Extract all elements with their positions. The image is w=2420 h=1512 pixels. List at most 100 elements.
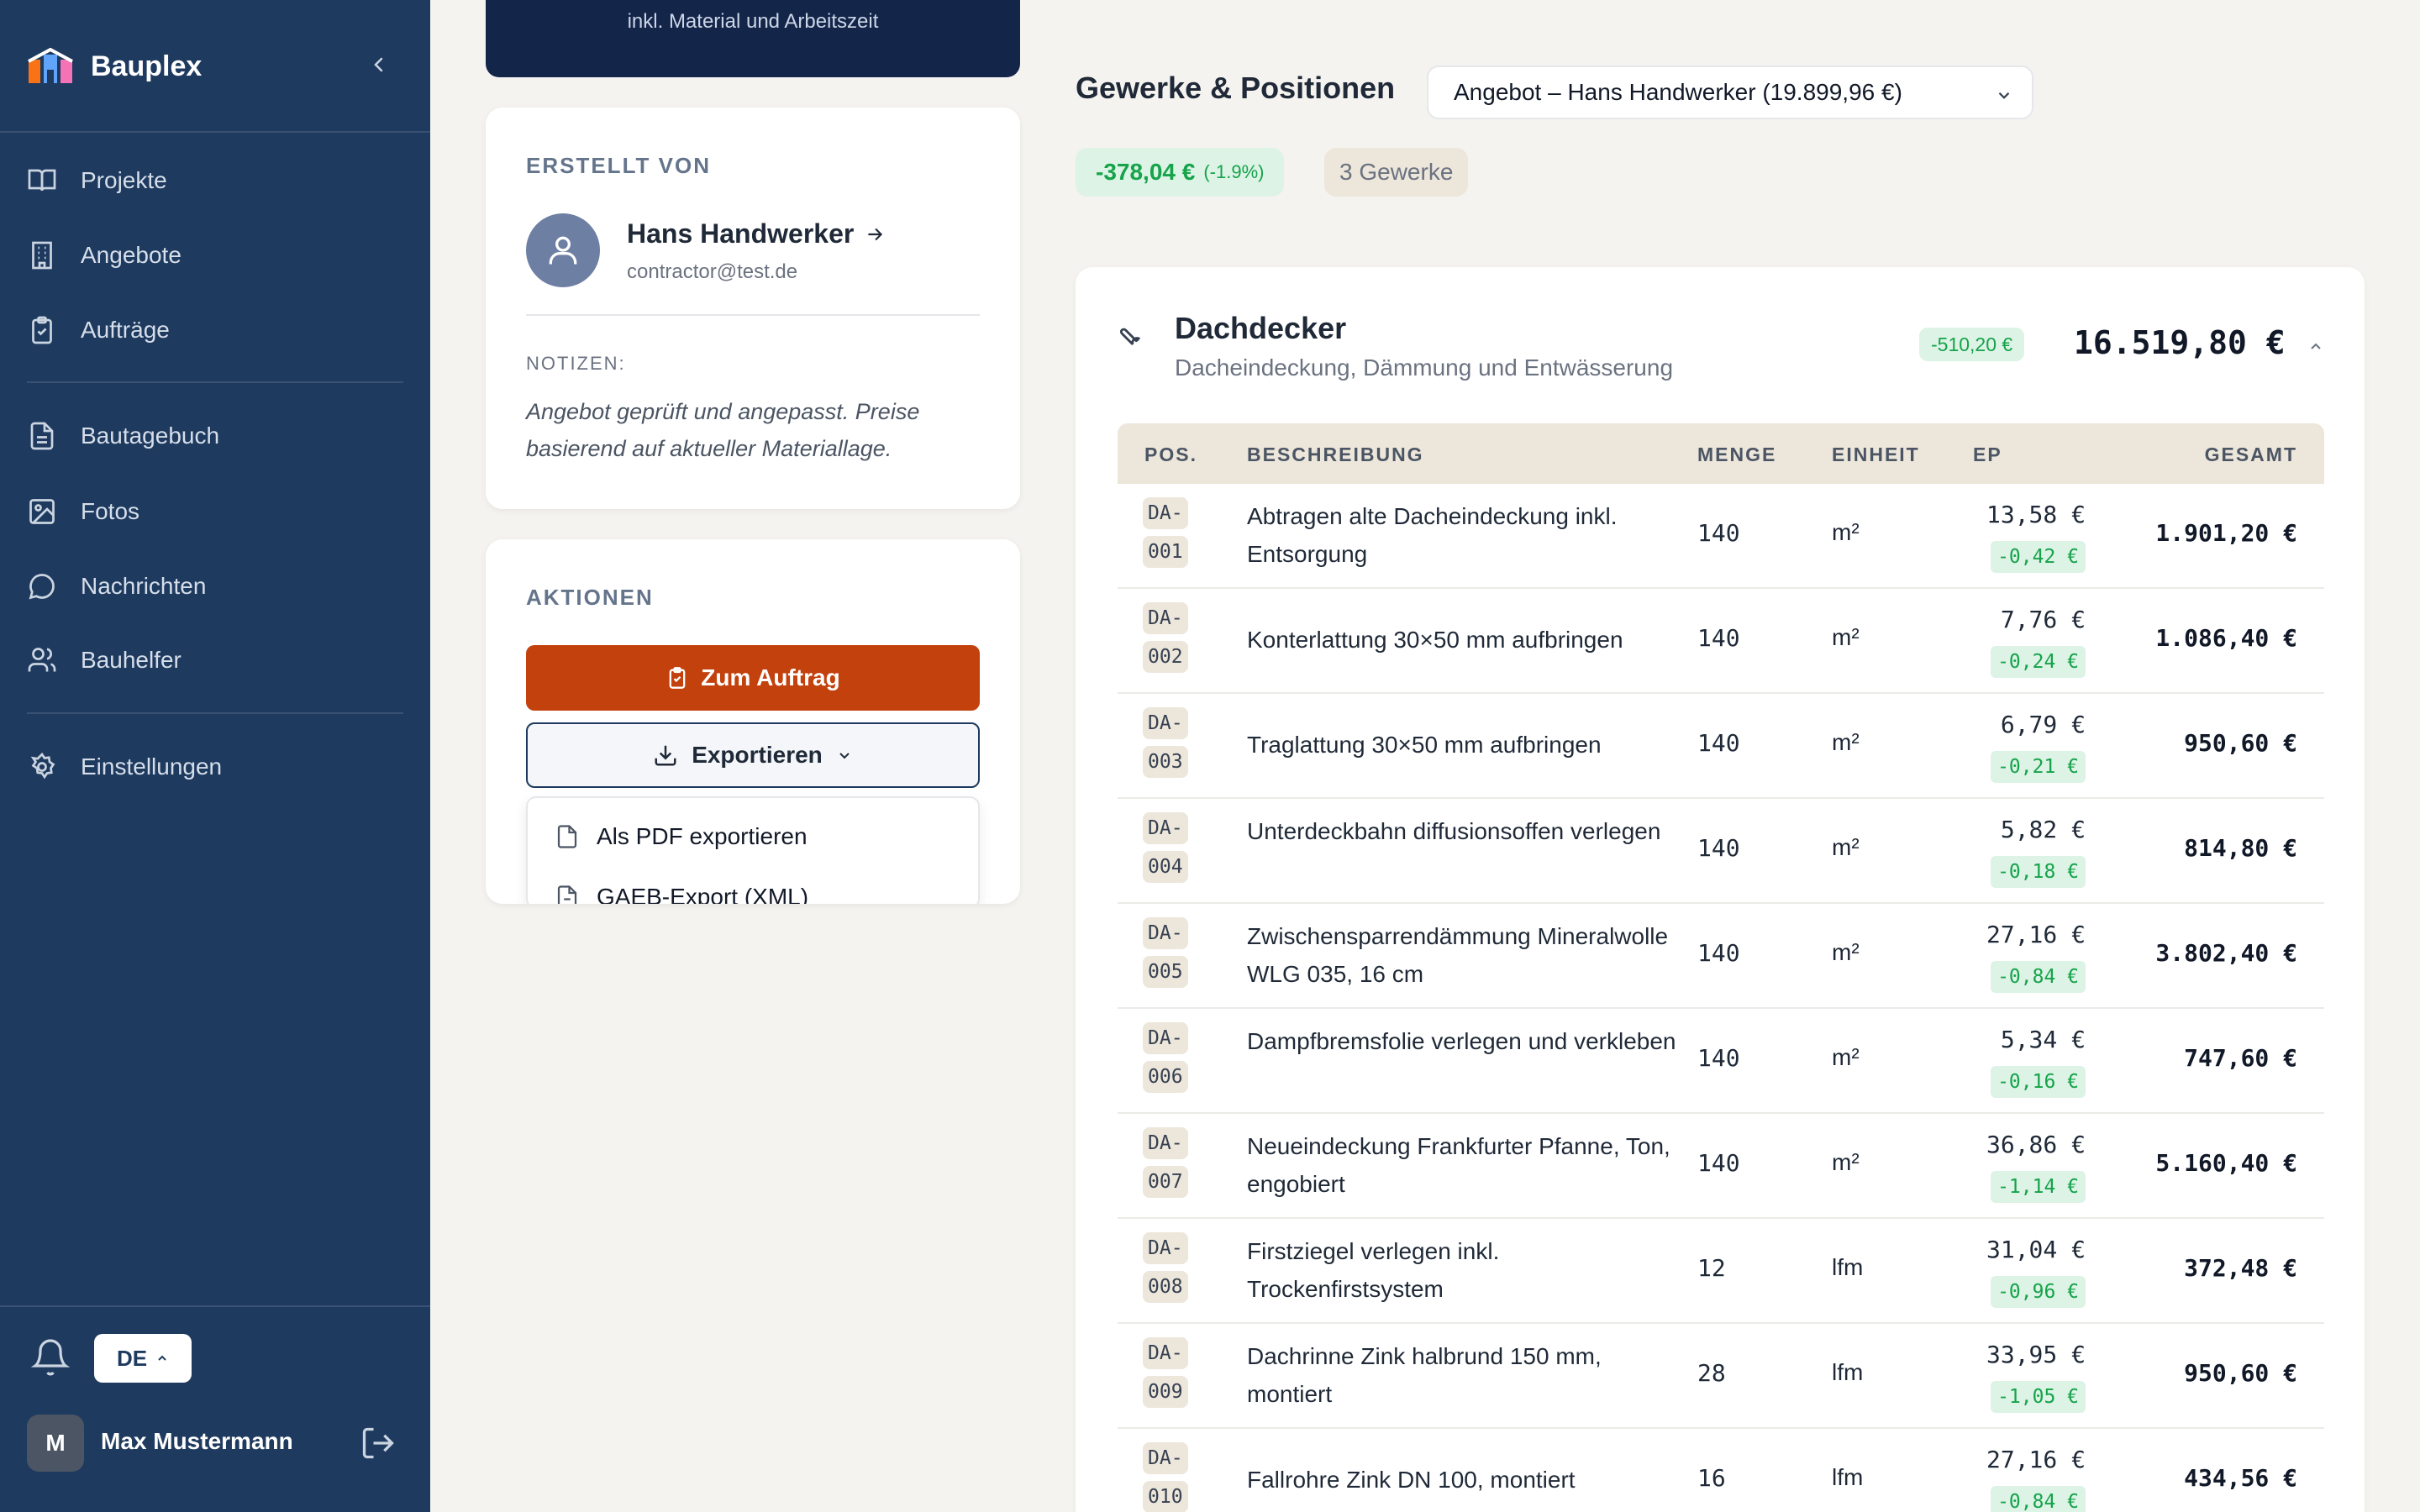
divider <box>0 1305 430 1307</box>
trades-count-badge: 3 Gewerke <box>1324 148 1469 197</box>
brand[interactable]: Bauplex <box>27 44 202 89</box>
row-quantity: 16 <box>1697 1464 1726 1492</box>
row-unit: m² <box>1832 624 1860 650</box>
export-gaeb-option[interactable]: GAEB-Export (XML) <box>555 880 808 904</box>
row-quantity: 140 <box>1697 1149 1740 1177</box>
position-code: DA- 002 <box>1143 599 1193 676</box>
collapse-sidebar-button[interactable] <box>361 47 397 82</box>
trade-description: Dacheindeckung, Dämmung und Entwässerung <box>1175 354 1674 381</box>
divider <box>0 131 430 133</box>
contractor-avatar <box>526 213 600 287</box>
row-unit: lfm <box>1832 1254 1864 1280</box>
row-description: Traglattung 30×50 mm aufbringen <box>1247 732 1602 758</box>
position-number: 002 <box>1143 641 1188 673</box>
nav-item-projekte[interactable]: Projekte <box>27 153 403 208</box>
row-unit-price: 27,16 € <box>1986 1446 2086 1473</box>
row-total: 950,60 € <box>2184 729 2297 757</box>
chevron-up-icon <box>158 1355 166 1361</box>
export-label: Exportieren <box>692 742 823 768</box>
nav-item-auftraege[interactable]: Aufträge <box>27 302 403 358</box>
row-unit: lfm <box>1832 1359 1864 1385</box>
actions-card: AKTIONEN Zum Auftrag Exportieren Als PDF… <box>486 539 1020 904</box>
table-row[interactable]: DA- 002 Konterlattung 30×50 mm aufbringe… <box>1118 589 2324 694</box>
row-unit: m² <box>1832 939 1860 965</box>
table-row[interactable]: DA- 001 Abtragen alte Dacheindeckung ink… <box>1118 484 2324 589</box>
table-row[interactable]: DA- 010 Fallrohre Zink DN 100, montiert … <box>1118 1429 2324 1512</box>
file-code-icon <box>557 885 577 904</box>
export-gaeb-label: GAEB-Export (XML) <box>597 884 809 904</box>
row-quantity: 140 <box>1697 729 1740 757</box>
row-total: 1.086,40 € <box>2155 624 2297 652</box>
table-row[interactable]: DA- 004 Unterdeckbahn diffusionsoffen ve… <box>1118 799 2324 904</box>
row-quantity: 140 <box>1697 519 1740 547</box>
table-row[interactable]: DA- 009 Dachrinne Zink halbrund 150 mm, … <box>1118 1324 2324 1429</box>
to-order-button[interactable]: Zum Auftrag <box>526 645 980 711</box>
row-description: Firstziegel verlegen inkl. Trockenfirsts… <box>1247 1238 1500 1302</box>
position-prefix: DA- <box>1143 497 1188 529</box>
row-unit-price: 31,04 € <box>1986 1236 2086 1263</box>
contractor-link[interactable]: Hans Handwerker <box>627 218 886 249</box>
nav-item-nachrichten[interactable]: Nachrichten <box>27 559 403 614</box>
row-unit-price-difference: -0,24 € <box>1991 646 2086 678</box>
row-quantity: 140 <box>1697 834 1740 862</box>
row-total: 3.802,40 € <box>2155 939 2297 967</box>
offer-summary-card: inkl. Material und Arbeitszeit <box>486 0 1020 77</box>
row-description: Neueindeckung Frankfurter Pfanne, Ton, e… <box>1247 1133 1670 1197</box>
row-unit-price: 5,34 € <box>2000 1026 2086 1053</box>
actions-title: AKTIONEN <box>526 585 654 610</box>
bell-icon[interactable] <box>30 1337 71 1378</box>
nav-item-bauhelfer[interactable]: Bauhelfer <box>27 633 403 688</box>
position-prefix: DA- <box>1143 1442 1188 1474</box>
position-number: 007 <box>1143 1166 1188 1198</box>
position-number: 010 <box>1143 1481 1188 1512</box>
row-description: Dampfbremsfolie verlegen und verkleben <box>1247 1028 1676 1054</box>
row-description: Zwischensparrendämmung Mineralwolle WLG … <box>1247 923 1669 987</box>
offer-select[interactable]: Angebot – Hans Handwerker (19.899,96 €) <box>1427 66 2033 119</box>
price-difference-badge: -378,04 € (-1.9%) <box>1076 148 1285 197</box>
position-code: DA- 010 <box>1143 1439 1193 1512</box>
row-unit-price: 5,82 € <box>2000 816 2086 843</box>
column-header-description: BESCHREIBUNG <box>1247 444 1424 465</box>
download-icon <box>655 745 676 766</box>
position-prefix: DA- <box>1143 707 1188 739</box>
export-pdf-option[interactable]: Als PDF exportieren <box>555 820 808 853</box>
position-code: DA- 004 <box>1143 809 1193 886</box>
position-code: DA- 006 <box>1143 1019 1193 1096</box>
row-unit-price-difference: -0,18 € <box>1991 856 2086 888</box>
nav-item-bautagebuch[interactable]: Bautagebuch <box>27 408 403 464</box>
table-row[interactable]: DA- 006 Dampfbremsfolie verlegen und ver… <box>1118 1009 2324 1114</box>
book-open-icon <box>28 169 56 192</box>
row-total: 372,48 € <box>2184 1254 2297 1282</box>
export-button[interactable]: Exportieren <box>526 722 980 788</box>
user-icon <box>549 236 577 265</box>
user-avatar[interactable]: M <box>27 1415 84 1472</box>
row-unit: m² <box>1832 1149 1860 1175</box>
table-row[interactable]: DA- 008 Firstziegel verlegen inkl. Trock… <box>1118 1219 2324 1324</box>
sidebar: Bauplex Projekte Angebote Aufträge Bauta… <box>0 0 430 1512</box>
nav-item-fotos[interactable]: Fotos <box>27 484 403 539</box>
table-row[interactable]: DA- 005 Zwischensparrendämmung Mineralwo… <box>1118 904 2324 1009</box>
language-selector[interactable]: DE <box>94 1334 192 1383</box>
position-number: 003 <box>1143 746 1188 778</box>
nav-label: Projekte <box>81 167 167 193</box>
table-header: POS. BESCHREIBUNG MENGE EINHEIT EP GESAM… <box>1118 423 2324 484</box>
position-code: DA- 001 <box>1143 494 1193 571</box>
nav-item-einstellungen[interactable]: Einstellungen <box>27 739 403 795</box>
table-row[interactable]: DA- 007 Neueindeckung Frankfurter Pfanne… <box>1118 1114 2324 1219</box>
position-prefix: DA- <box>1143 917 1188 949</box>
logout-icon[interactable] <box>360 1425 397 1462</box>
app-name: Bauplex <box>91 50 203 82</box>
nav-item-angebote[interactable]: Angebote <box>27 228 403 283</box>
row-quantity: 12 <box>1697 1254 1726 1282</box>
row-unit: m² <box>1832 519 1860 545</box>
chevron-up-icon[interactable] <box>2307 338 2324 354</box>
row-unit-price-difference: -0,21 € <box>1991 751 2086 783</box>
divider <box>526 314 980 316</box>
clipboard-check-icon <box>32 316 52 344</box>
chevron-left-icon <box>374 57 383 72</box>
offer-select-value: Angebot – Hans Handwerker (19.899,96 €) <box>1454 79 1902 105</box>
position-code: DA- 003 <box>1143 704 1193 781</box>
chevron-down-icon <box>1998 92 2010 99</box>
row-unit-price-difference: -0,16 € <box>1991 1066 2086 1098</box>
table-row[interactable]: DA- 003 Traglattung 30×50 mm aufbringen … <box>1118 694 2324 799</box>
